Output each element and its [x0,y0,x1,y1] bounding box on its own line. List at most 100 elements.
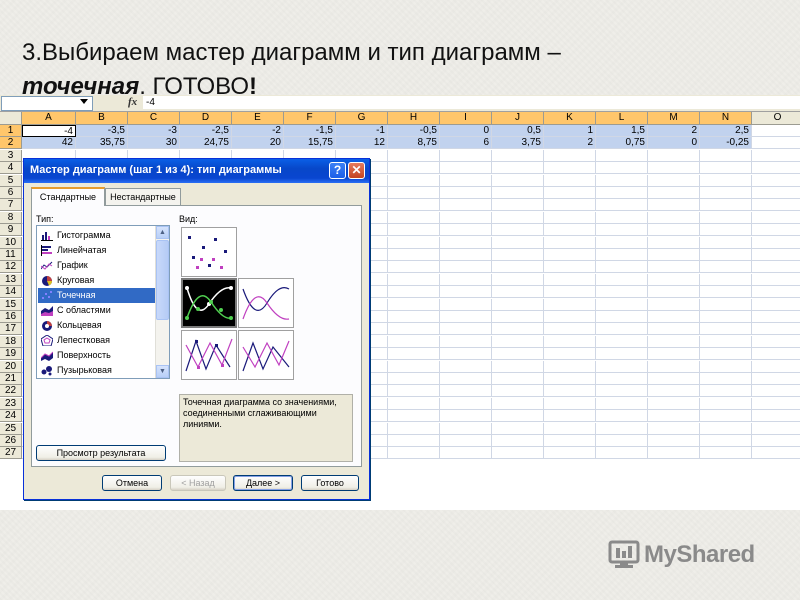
cell-i10[interactable] [440,236,492,249]
cell-o22[interactable] [752,385,800,398]
cell-h9[interactable] [388,224,440,237]
scroll-down-icon[interactable]: ▼ [156,365,169,378]
row-header-6[interactable]: 6 [0,187,22,199]
cell-g1[interactable]: -1 [336,125,388,137]
cell-h21[interactable] [388,373,440,385]
cell-k9[interactable] [544,224,596,237]
subtype-scatter-smooth-markers[interactable] [181,278,237,328]
column-header-e[interactable]: E [232,112,284,124]
row-header-5[interactable]: 5 [0,174,22,187]
cell-k3[interactable] [544,149,596,162]
cell-o12[interactable] [752,261,800,274]
cell-o1[interactable] [752,125,800,137]
cell-m4[interactable] [648,162,700,175]
cell-n16[interactable] [700,311,752,323]
cell-n12[interactable] [700,261,752,274]
cell-i18[interactable] [440,335,492,348]
cell-i2[interactable]: 6 [440,137,492,150]
cell-o17[interactable] [752,323,800,336]
chart-type-item[interactable]: Пузырьковая [38,363,156,378]
cell-h16[interactable] [388,311,440,323]
cell-j18[interactable] [492,335,544,348]
cancel-button[interactable]: Отмена [102,475,162,491]
column-header-o[interactable]: O [752,112,800,124]
cell-n18[interactable] [700,335,752,348]
row-header-16[interactable]: 16 [0,311,22,323]
cell-n24[interactable] [700,410,752,423]
cell-i13[interactable] [440,273,492,286]
formula-input[interactable]: -4 [143,96,800,109]
cell-n10[interactable] [700,236,752,249]
cell-l18[interactable] [596,335,648,348]
cell-m12[interactable] [648,261,700,274]
cell-m27[interactable] [648,447,700,460]
cell-j10[interactable] [492,236,544,249]
chart-type-item[interactable]: Кольцевая [38,318,156,333]
chart-type-list[interactable]: Гистограмма Линейчатая График Круговая Точеч… [36,225,170,379]
row-header-9[interactable]: 9 [0,224,22,237]
cell-m1[interactable]: 2 [648,125,700,137]
subtype-scatter-markers[interactable] [181,227,237,277]
cell-j22[interactable] [492,385,544,398]
cell-h14[interactable] [388,286,440,299]
cell-o26[interactable] [752,435,800,447]
cell-j14[interactable] [492,286,544,299]
cell-k27[interactable] [544,447,596,460]
cell-j24[interactable] [492,410,544,423]
list-scrollbar[interactable]: ▲ ▼ [155,226,169,378]
back-button[interactable]: < Назад [170,475,226,491]
cell-o9[interactable] [752,224,800,237]
cell-i15[interactable] [440,298,492,311]
cell-l27[interactable] [596,447,648,460]
preview-button[interactable]: Просмотр результата [36,445,166,461]
cell-o18[interactable] [752,336,800,348]
dialog-titlebar[interactable]: Мастер диаграмм (шаг 1 из 4): тип диагра… [24,159,369,183]
subtype-scatter-smooth[interactable] [238,278,294,328]
cell-k25[interactable] [544,422,596,435]
cell-k12[interactable] [544,261,596,274]
row-header-22[interactable]: 22 [0,385,22,398]
row-header-2[interactable]: 2 [0,137,22,150]
cell-i11[interactable] [440,249,492,261]
cell-l16[interactable] [596,311,648,323]
cell-l19[interactable] [596,348,648,361]
chart-type-item[interactable]: С областями [38,303,156,318]
cell-h22[interactable] [388,385,440,398]
cell-i12[interactable] [440,261,492,274]
cell-h24[interactable] [388,410,440,423]
scroll-thumb[interactable] [156,240,169,320]
row-header-3[interactable]: 3 [0,149,22,162]
cell-l7[interactable] [596,199,648,212]
cell-l21[interactable] [596,373,648,385]
cell-b2[interactable]: 35,75 [76,137,128,150]
row-header-13[interactable]: 13 [0,273,22,286]
cell-k15[interactable] [544,298,596,311]
cell-j11[interactable] [492,249,544,261]
cell-o8[interactable] [752,212,800,224]
row-header-4[interactable]: 4 [0,162,22,175]
row-header-19[interactable]: 19 [0,348,22,361]
cell-j23[interactable] [492,397,544,410]
cell-k11[interactable] [544,249,596,261]
cell-o21[interactable] [752,373,800,385]
cell-n13[interactable] [700,273,752,286]
cell-m25[interactable] [648,422,700,435]
column-header-j[interactable]: J [492,112,544,124]
cell-n1[interactable]: 2,5 [700,125,752,137]
chart-type-item[interactable]: Лепестковая [38,333,156,348]
row-header-21[interactable]: 21 [0,373,22,385]
cell-h11[interactable] [388,249,440,261]
cell-h12[interactable] [388,261,440,274]
cell-j17[interactable] [492,323,544,336]
cell-n17[interactable] [700,323,752,336]
row-header-26[interactable]: 26 [0,435,22,447]
cell-k24[interactable] [544,410,596,423]
column-header-c[interactable]: C [128,112,180,124]
cell-h5[interactable] [388,174,440,187]
cell-j1[interactable]: 0,5 [492,125,544,137]
cell-o13[interactable] [752,274,800,286]
cell-h18[interactable] [388,335,440,348]
row-header-20[interactable]: 20 [0,360,22,373]
row-header-18[interactable]: 18 [0,335,22,348]
cell-e1[interactable]: -2 [232,125,284,137]
